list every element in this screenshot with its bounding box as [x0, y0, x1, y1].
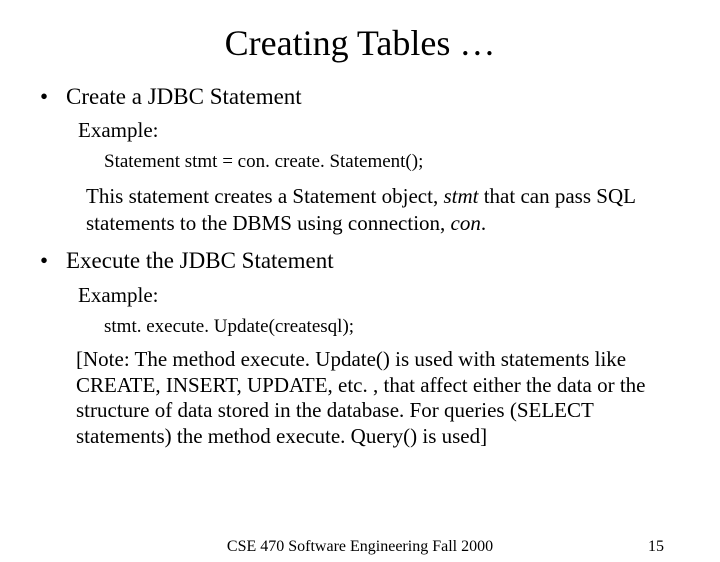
bullet-text: Execute the JDBC Statement — [66, 246, 334, 275]
bullet-create-statement: • Create a JDBC Statement — [40, 82, 680, 111]
explain-con-italic: con — [451, 211, 481, 235]
note-text: [Note: The method execute. Update() is u… — [76, 347, 672, 449]
example-label-2: Example: — [78, 282, 680, 309]
code-line-2: stmt. execute. Update(createsql); — [104, 315, 680, 339]
explain-pre: This statement creates a Statement objec… — [86, 184, 443, 208]
explain-post: . — [481, 211, 486, 235]
bullet-text: Create a JDBC Statement — [66, 82, 302, 111]
slide-title: Creating Tables … — [0, 22, 720, 64]
code-line-1: Statement stmt = con. create. Statement(… — [104, 150, 680, 174]
example-label-1: Example: — [78, 117, 680, 144]
slide-content: • Create a JDBC Statement Example: State… — [0, 82, 720, 449]
bullet-dot: • — [40, 246, 66, 275]
explanation-1: This statement creates a Statement objec… — [86, 183, 680, 237]
footer-page-number: 15 — [648, 538, 664, 556]
explain-stmt-italic: stmt — [443, 184, 478, 208]
bullet-execute-statement: • Execute the JDBC Statement — [40, 246, 680, 275]
bullet-dot: • — [40, 82, 66, 111]
slide: Creating Tables … • Create a JDBC Statem… — [0, 22, 720, 562]
footer-center-text: CSE 470 Software Engineering Fall 2000 — [0, 538, 720, 556]
